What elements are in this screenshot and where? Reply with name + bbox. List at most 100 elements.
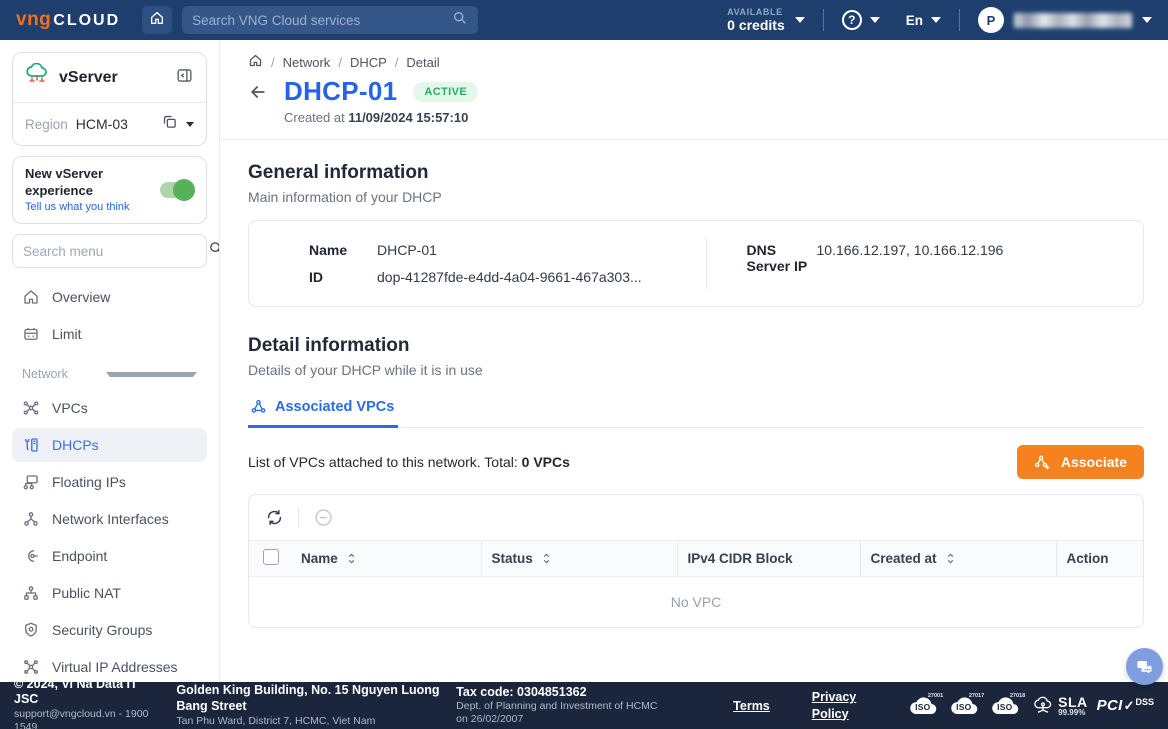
- sort-icon[interactable]: [945, 552, 956, 565]
- copy-icon[interactable]: [161, 113, 178, 135]
- user-name-redacted: [1014, 13, 1132, 28]
- search-icon: [452, 10, 468, 31]
- iso-label: ISO: [956, 702, 971, 712]
- help-dropdown[interactable]: ?: [842, 10, 880, 30]
- sort-icon[interactable]: [346, 552, 357, 565]
- footer-tax-col: Tax code: 0304851362 Dept. of Planning a…: [456, 685, 671, 727]
- home-button[interactable]: [142, 6, 172, 34]
- breadcrumb-separator: /: [395, 55, 399, 70]
- column-created-at[interactable]: Created at: [860, 541, 1056, 577]
- language-dropdown[interactable]: En: [906, 13, 941, 28]
- public-nat-icon: [22, 584, 40, 602]
- id-value: dop-41287fde-e4dd-4a04-9661-467a303...: [377, 269, 682, 285]
- sidebar-item-floating-ips[interactable]: Floating IPs: [12, 465, 207, 499]
- iso-label: ISO: [997, 702, 1012, 712]
- sidebar-item-label: Endpoint: [52, 548, 107, 564]
- language-label: En: [906, 13, 923, 28]
- table-toolbar: [249, 495, 1143, 540]
- iso-27001-badge: ISO 27001: [908, 695, 940, 717]
- title-row: DHCP-01 ACTIVE: [248, 76, 1144, 107]
- product-row: vServer: [13, 53, 206, 103]
- sidebar-item-label: Overview: [52, 289, 110, 305]
- region-label: Region: [25, 117, 68, 132]
- credits-dropdown[interactable]: AVAILABLE 0 credits: [727, 7, 805, 33]
- sidebar-item-label: Floating IPs: [52, 474, 126, 490]
- section-subtitle: Main information of your DHCP: [248, 189, 1144, 205]
- terms-link[interactable]: Terms: [733, 699, 770, 713]
- iso-label: ISO: [915, 702, 930, 712]
- sidebar-item-public-nat[interactable]: Public NAT: [12, 576, 207, 610]
- vpc-total: 0 VPCs: [522, 454, 570, 470]
- credits-label: AVAILABLE: [727, 7, 785, 17]
- address-line2: Tan Phu Ward, District 7, HCMC, Viet Nam: [176, 715, 440, 728]
- product-name: vServer: [59, 69, 165, 87]
- tax-code: Tax code: 0304851362: [456, 685, 671, 701]
- collapse-panel-icon[interactable]: [175, 66, 194, 90]
- tax-registration: Dept. of Planning and Investment of HCMC…: [456, 700, 671, 726]
- id-label: ID: [309, 269, 377, 285]
- detach-button-disabled[interactable]: [313, 507, 334, 528]
- associate-button-label: Associate: [1061, 454, 1127, 470]
- navbar-divider: [823, 9, 824, 31]
- toggle-knob: [173, 179, 195, 201]
- top-navbar: vng CLOUD AVAILABLE 0 credits ?: [0, 0, 1168, 40]
- product-panel: vServer Region HCM-03: [12, 52, 207, 146]
- sidebar-section-network[interactable]: Network: [12, 359, 207, 389]
- sidebar-item-vpcs[interactable]: VPCs: [12, 391, 207, 425]
- menu-search-input[interactable]: [23, 244, 200, 259]
- pci-label: PCI: [1097, 697, 1123, 714]
- global-search-input[interactable]: [192, 13, 452, 28]
- tab-associated-vpcs[interactable]: Associated VPCs: [248, 394, 398, 428]
- chevron-down-icon: [1142, 17, 1152, 23]
- navbar-divider: [959, 9, 960, 31]
- associate-button[interactable]: Associate: [1017, 445, 1144, 479]
- section-subtitle: Details of your DHCP while it is in use: [248, 362, 1144, 378]
- column-name[interactable]: Name: [291, 541, 481, 577]
- refresh-icon: [265, 508, 284, 527]
- breadcrumb-dhcp[interactable]: DHCP: [350, 55, 387, 70]
- iso-27017-badge: ISO 27017: [949, 695, 981, 717]
- experience-toggle[interactable]: [160, 182, 194, 198]
- home-icon[interactable]: [248, 53, 263, 71]
- support-contact: support@vngcloud.vn - 1900 1549: [14, 708, 160, 729]
- sidebar-item-limit[interactable]: Limit: [12, 317, 207, 351]
- breadcrumb-network[interactable]: Network: [283, 55, 331, 70]
- logo-cloud-text: CLOUD: [53, 12, 120, 30]
- sort-icon[interactable]: [541, 552, 552, 565]
- vng-cloud-logo[interactable]: vng CLOUD: [16, 9, 120, 31]
- sidebar: vServer Region HCM-03 New vServer experi…: [0, 40, 220, 682]
- column-status[interactable]: Status: [481, 541, 677, 577]
- chevron-down-icon: [795, 17, 805, 23]
- sidebar-item-overview[interactable]: Overview: [12, 280, 207, 314]
- sidebar-item-dhcps[interactable]: DHCPs: [12, 428, 207, 462]
- vpc-list-summary: List of VPCs attached to this network. T…: [248, 454, 570, 470]
- empty-state-text: No VPC: [249, 577, 1143, 628]
- associated-vpcs-icon: [250, 398, 267, 415]
- privacy-policy-link[interactable]: Privacy Policy: [812, 689, 864, 722]
- refresh-button[interactable]: [265, 508, 284, 527]
- status-badge: ACTIVE: [413, 82, 478, 102]
- chat-support-button[interactable]: [1126, 648, 1163, 685]
- user-menu[interactable]: P: [978, 7, 1152, 33]
- sidebar-item-label: Network Interfaces: [52, 511, 169, 527]
- back-arrow-icon[interactable]: [248, 82, 268, 102]
- column-label: IPv4 CIDR Block: [688, 551, 793, 566]
- avatar: P: [978, 7, 1004, 33]
- logo-vng-text: vng: [16, 9, 51, 31]
- experience-text: New vServer experience Tell us what you …: [25, 166, 154, 214]
- sidebar-item-endpoint[interactable]: Endpoint: [12, 539, 207, 573]
- region-selector[interactable]: Region HCM-03: [13, 103, 206, 145]
- created-at-value: 11/09/2024 15:57:10: [348, 110, 468, 125]
- select-all-checkbox[interactable]: [263, 549, 279, 565]
- dhcp-icon: [22, 436, 40, 454]
- experience-card: New vServer experience Tell us what you …: [12, 156, 207, 224]
- feedback-link[interactable]: Tell us what you think: [25, 200, 154, 214]
- chevron-down-icon: [106, 372, 198, 377]
- vpc-list-summary-prefix: List of VPCs attached to this network. T…: [248, 454, 522, 470]
- general-information-section: General information Main information of …: [248, 162, 1144, 307]
- iso-number: 27018: [1010, 693, 1025, 699]
- sidebar-item-network-interfaces[interactable]: Network Interfaces: [12, 502, 207, 536]
- sidebar-item-security-groups[interactable]: Security Groups: [12, 613, 207, 647]
- info-column-left: Name DHCP-01 ID dop-41287fde-e4dd-4a04-9…: [249, 238, 706, 289]
- column-label: Created at: [871, 551, 937, 566]
